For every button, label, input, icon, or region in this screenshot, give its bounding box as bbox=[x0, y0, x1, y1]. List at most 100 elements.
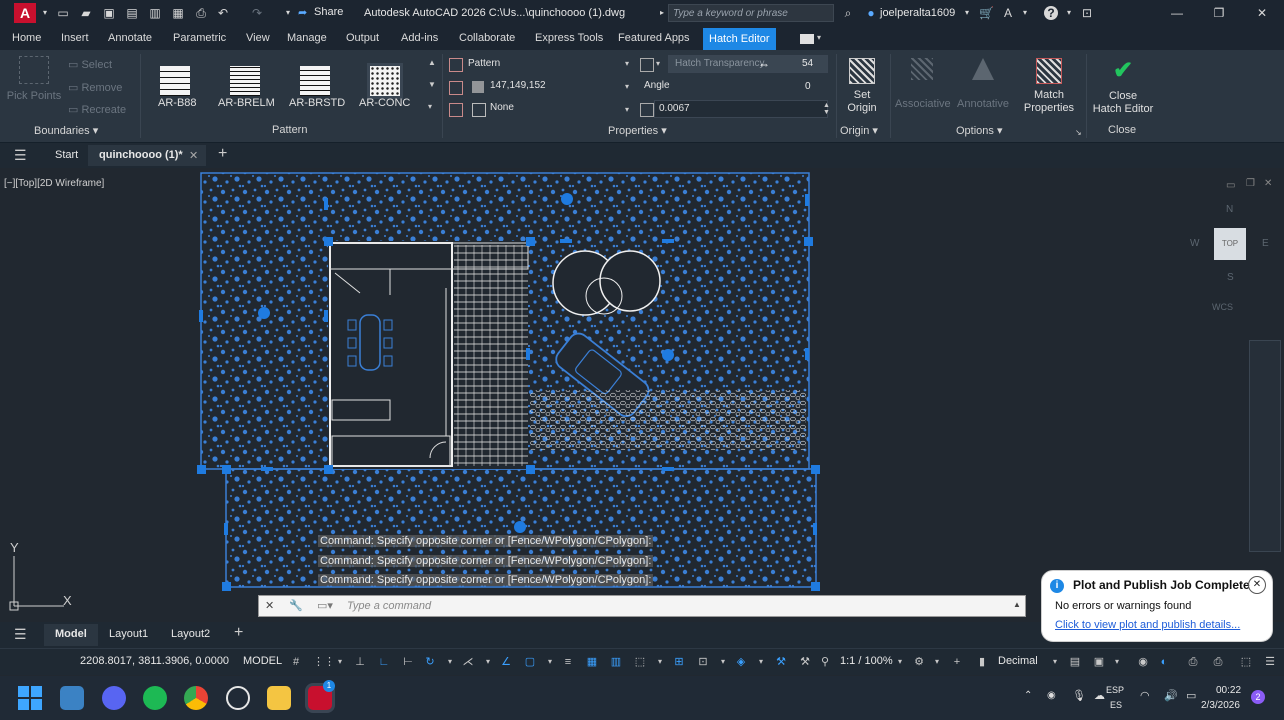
chevron-down-icon[interactable]: ▾ bbox=[481, 655, 495, 669]
hatch-type-dropdown[interactable]: Pattern bbox=[446, 56, 636, 74]
spinner-icon[interactable]: ▲ ▼ bbox=[823, 102, 830, 116]
boundaries-panel-title[interactable]: Boundaries ▾ bbox=[34, 124, 98, 137]
tab-annotate[interactable]: Annotate bbox=[108, 32, 152, 44]
object-snap-icon[interactable]: ▢ bbox=[523, 655, 537, 669]
quick-properties-icon[interactable]: ▤ bbox=[1068, 655, 1082, 669]
match-properties-button[interactable]: Match Properties bbox=[1020, 58, 1078, 115]
snap-icon[interactable]: ⋮⋮ bbox=[313, 655, 335, 669]
tab-home[interactable]: Home bbox=[12, 32, 41, 44]
tab-featured-apps[interactable]: Featured Apps bbox=[618, 32, 690, 44]
viewport-minimize-icon[interactable]: ▭ bbox=[1226, 180, 1235, 191]
selection-filter-icon[interactable]: ⊡ bbox=[696, 655, 710, 669]
chatgpt-icon[interactable] bbox=[226, 686, 250, 710]
pick-points-button[interactable]: Pick Points bbox=[6, 56, 62, 102]
tab-model[interactable]: Model bbox=[44, 624, 98, 646]
associative-button[interactable]: Associative bbox=[895, 58, 951, 110]
tab-layout2[interactable]: Layout2 bbox=[171, 628, 210, 640]
chevron-down-icon[interactable]: ▾ bbox=[1062, 6, 1076, 20]
redo-icon[interactable]: ↷ bbox=[250, 6, 264, 20]
background-color-dropdown[interactable]: None bbox=[446, 100, 636, 118]
chevron-down-icon[interactable]: ▾ bbox=[1110, 655, 1124, 669]
customization-icon[interactable]: ☰ bbox=[1263, 655, 1277, 669]
annotative-button[interactable]: Annotative bbox=[955, 58, 1011, 110]
lineweight-icon[interactable]: ≡ bbox=[561, 655, 575, 669]
user-icon[interactable]: ● bbox=[864, 6, 878, 20]
dynamic-input-icon[interactable]: ⊢ bbox=[401, 655, 415, 669]
annotation-monitor-icon[interactable]: + bbox=[950, 655, 964, 669]
customize-icon[interactable]: 🔧 bbox=[289, 599, 303, 612]
chevron-down-icon[interactable]: ▾ bbox=[653, 655, 667, 669]
help-icon[interactable]: ? bbox=[1044, 6, 1058, 20]
pattern-swatch-ar-brstd[interactable] bbox=[300, 66, 330, 96]
recreate-button[interactable]: ▭ Recreate bbox=[68, 103, 126, 116]
new-file-icon[interactable]: ▭ bbox=[56, 6, 70, 20]
pattern-swatch-ar-conc[interactable] bbox=[370, 66, 400, 96]
hamburger-menu-icon[interactable]: ☰ bbox=[14, 147, 27, 164]
model-space-toggle[interactable]: MODEL bbox=[243, 655, 282, 667]
annotation-visibility-icon[interactable]: ⚒ bbox=[774, 655, 788, 669]
tab-add-ins[interactable]: Add-ins bbox=[401, 32, 438, 44]
restore-icon[interactable]: ❐ bbox=[1212, 6, 1226, 20]
notification-link[interactable]: Click to view plot and publish details..… bbox=[1055, 619, 1240, 631]
language-indicator[interactable]: ESP bbox=[1106, 685, 1124, 695]
chrome-icon[interactable] bbox=[184, 686, 208, 710]
tab-start[interactable]: Start bbox=[55, 149, 78, 161]
grid-icon[interactable]: # bbox=[289, 655, 303, 669]
gallery-expand-icon[interactable]: ▾ bbox=[428, 102, 432, 111]
save-as-icon[interactable]: ▤ bbox=[125, 6, 139, 20]
minimize-icon[interactable]: — bbox=[1170, 6, 1184, 20]
select-button[interactable]: ▭ Select bbox=[68, 58, 112, 71]
spotify-icon[interactable] bbox=[143, 686, 167, 710]
autodesk-account-icon[interactable]: A bbox=[1001, 6, 1015, 20]
new-layout-icon[interactable]: + bbox=[234, 624, 243, 642]
tab-manage[interactable]: Manage bbox=[287, 32, 327, 44]
annotation-scale-icon[interactable]: ⚲ bbox=[818, 655, 832, 669]
isolate-objects-icon[interactable]: ◉ bbox=[1136, 655, 1150, 669]
set-origin-button[interactable]: Set Origin bbox=[844, 58, 880, 115]
ortho-icon[interactable]: ∟ bbox=[377, 655, 391, 669]
tab-output[interactable]: Output bbox=[346, 32, 379, 44]
isometric-icon[interactable]: ⋌ bbox=[461, 655, 475, 669]
coordinates-readout[interactable]: 2208.8017, 3811.3906, 0.0000 bbox=[80, 655, 229, 667]
open-folder-icon[interactable]: ▰ bbox=[79, 6, 93, 20]
viewcube-top-face[interactable]: TOP bbox=[1214, 228, 1246, 260]
annotation-scale-value[interactable]: 1:1 / 100% bbox=[840, 655, 893, 667]
chevron-down-icon[interactable]: ▾ bbox=[716, 655, 730, 669]
workspace-gear-icon[interactable]: ⚙ bbox=[912, 655, 926, 669]
remove-button[interactable]: ▭ Remove bbox=[68, 81, 122, 94]
search-icon[interactable]: ⌕ bbox=[841, 6, 855, 20]
onedrive-icon[interactable]: ☁ bbox=[1094, 689, 1105, 702]
open-web-icon[interactable]: ▦ bbox=[171, 6, 185, 20]
clock-time[interactable]: 00:22 bbox=[1216, 685, 1241, 696]
tab-active-drawing[interactable]: quinchoooo (1)* ✕ bbox=[88, 145, 206, 166]
tab-hatch-editor[interactable]: Hatch Editor bbox=[703, 28, 776, 50]
chevron-down-icon[interactable]: ▾ bbox=[443, 655, 457, 669]
clock-date[interactable]: 2/3/2026 bbox=[1201, 700, 1240, 711]
chevron-down-icon[interactable]: ▾ bbox=[960, 6, 974, 20]
units-value[interactable]: Decimal bbox=[998, 655, 1038, 667]
infer-constraints-icon[interactable]: ⊥ bbox=[353, 655, 367, 669]
chevron-down-icon[interactable]: ▾ bbox=[817, 33, 821, 42]
customize-quick-access-icon[interactable]: ▾ bbox=[281, 6, 295, 20]
file-explorer-icon[interactable] bbox=[267, 686, 291, 710]
options-dialog-launcher-icon[interactable]: ↘ bbox=[1075, 128, 1082, 137]
pattern-swatch-ar-brelm[interactable] bbox=[230, 66, 260, 96]
tab-express-tools[interactable]: Express Tools bbox=[535, 32, 603, 44]
navigation-bar[interactable] bbox=[1249, 340, 1281, 552]
ribbon-display-toggle-icon[interactable] bbox=[800, 34, 814, 44]
wcs-label[interactable]: WCS bbox=[1212, 302, 1233, 312]
chevron-down-icon[interactable]: ▾ bbox=[754, 655, 768, 669]
save-to-web-icon[interactable]: ▥ bbox=[148, 6, 162, 20]
hardware-acceleration-icon[interactable]: ◐ bbox=[1157, 655, 1171, 669]
object-snap-tracking-icon[interactable]: ∠ bbox=[499, 655, 513, 669]
new-tab-icon[interactable]: + bbox=[218, 145, 227, 163]
hamburger-menu-icon[interactable]: ☰ bbox=[14, 626, 27, 643]
dynamic-ucs-icon[interactable]: ⊞ bbox=[672, 655, 686, 669]
cart-icon[interactable]: 🛒 bbox=[979, 6, 994, 20]
microphone-icon[interactable]: 🎙 bbox=[1072, 689, 1086, 702]
close-tab-icon[interactable]: ✕ bbox=[189, 149, 198, 162]
battery-icon[interactable]: ▭ bbox=[1186, 689, 1196, 702]
hatch-color-dropdown[interactable]: 147,149,152 bbox=[446, 78, 636, 96]
lock-ui-icon[interactable]: ▣ bbox=[1092, 655, 1106, 669]
chevron-down-icon[interactable]: ▾ bbox=[543, 655, 557, 669]
